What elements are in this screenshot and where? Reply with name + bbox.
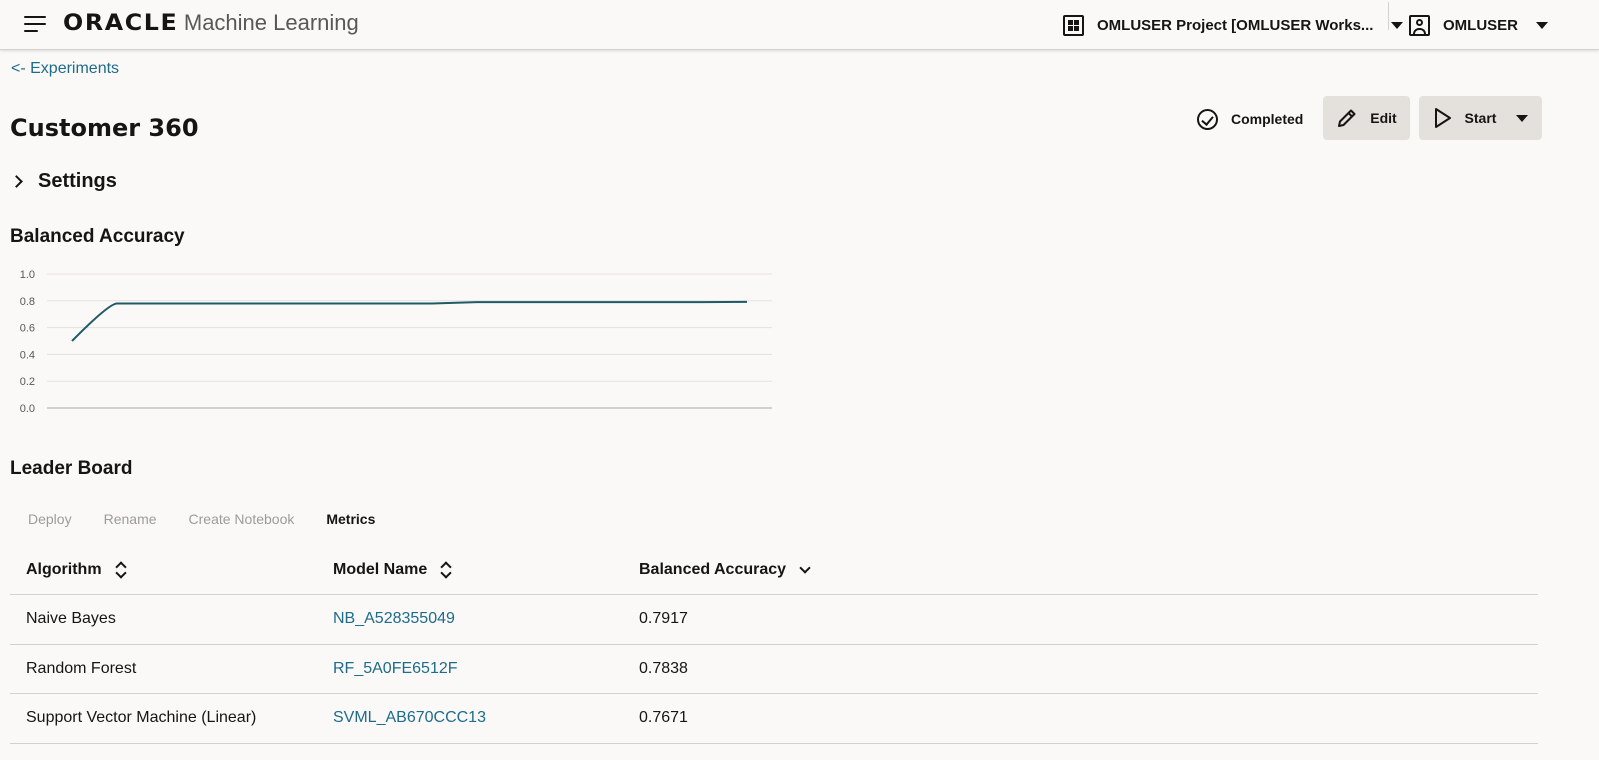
rename-button[interactable]: Rename [88,511,173,527]
app-header: ORACLE Machine Learning OMLUSER Project … [0,0,1599,50]
start-button-label: Start [1464,110,1497,126]
project-grid-icon [1063,14,1084,36]
pencil-icon [1338,109,1356,127]
brand-logo: ORACLE Machine Learning [63,10,359,36]
y-tick-label: 0.4 [20,349,35,361]
project-selector[interactable]: OMLUSER Project [OMLUSER Works... [1063,12,1404,38]
column-header-model-name[interactable]: Model Name [333,561,451,579]
settings-label: Settings [38,170,117,192]
status-label: Completed [1231,111,1304,127]
status-indicator: Completed [1197,107,1303,131]
y-tick-label: 0.2 [20,376,35,388]
back-to-experiments-link[interactable]: <- Experiments [11,60,119,78]
column-header-algorithm[interactable]: Algorithm [26,561,126,579]
leader-board-title: Leader Board [10,458,133,479]
model-name-link[interactable]: RF_5A0FE6512F [333,660,458,678]
model-name-link[interactable]: SVML_AB670CCC13 [333,709,486,727]
table-row[interactable]: Support Vector Machine (Linear) SVML_AB6… [10,694,1538,744]
y-tick-label: 0.6 [20,323,35,335]
user-icon [1409,14,1430,36]
column-header-label: Model Name [333,560,428,578]
y-tick-label: 0.8 [20,296,35,308]
leader-board-table: Algorithm Model Name Balanced Accuracy N… [10,545,1538,744]
create-notebook-button[interactable]: Create Notebook [173,511,311,527]
leader-board-toolbar: Deploy Rename Create Notebook Metrics [12,503,391,535]
page-title: Customer 360 [10,114,199,142]
caret-down-icon [1391,21,1404,29]
edit-button[interactable]: Edit [1323,96,1410,140]
project-selector-label: OMLUSER Project [OMLUSER Works... [1097,16,1374,34]
check-circle-icon [1197,108,1218,130]
table-row[interactable]: Naive Bayes NB_A528355049 0.7917 [10,595,1538,645]
accuracy-cell: 0.7917 [639,610,688,628]
algorithm-cell: Support Vector Machine (Linear) [26,709,257,727]
algorithm-cell: Naive Bayes [26,610,116,628]
column-header-label: Algorithm [26,560,102,578]
caret-down-icon [1536,21,1548,29]
algorithm-cell: Random Forest [26,659,137,677]
start-button[interactable]: Start [1419,96,1542,140]
edit-button-label: Edit [1370,110,1397,126]
user-name: OMLUSER [1443,16,1518,34]
balanced-accuracy-chart: 0.0 0.2 0.4 0.6 0.8 1.0 [20,269,772,415]
model-name-link[interactable]: NB_A528355049 [333,610,455,628]
y-tick-label: 0.0 [20,403,35,415]
caret-down-icon[interactable] [1516,114,1529,122]
sort-icon [441,562,451,578]
series-line [71,300,748,342]
chevron-right-icon [10,175,23,188]
settings-expander[interactable]: Settings [10,170,117,193]
user-menu[interactable]: OMLUSER [1409,12,1548,38]
play-icon [1434,108,1451,128]
chart-title: Balanced Accuracy [10,226,185,247]
deploy-button[interactable]: Deploy [12,511,88,527]
column-header-balanced-accuracy[interactable]: Balanced Accuracy [639,561,810,579]
y-tick-label: 1.0 [20,269,35,281]
oracle-logo: ORACLE [63,11,179,36]
table-header: Algorithm Model Name Balanced Accuracy [10,545,1538,595]
accuracy-cell: 0.7838 [639,659,688,677]
sort-descending-icon [800,565,810,575]
accuracy-cell: 0.7671 [639,709,688,727]
product-name: Machine Learning [183,10,359,35]
sort-icon [116,562,126,578]
column-header-label: Balanced Accuracy [639,560,787,578]
table-row[interactable]: Random Forest RF_5A0FE6512F 0.7838 [10,645,1538,694]
hamburger-menu-icon[interactable] [24,16,48,34]
header-divider [1388,2,1389,30]
metrics-button[interactable]: Metrics [310,511,391,527]
